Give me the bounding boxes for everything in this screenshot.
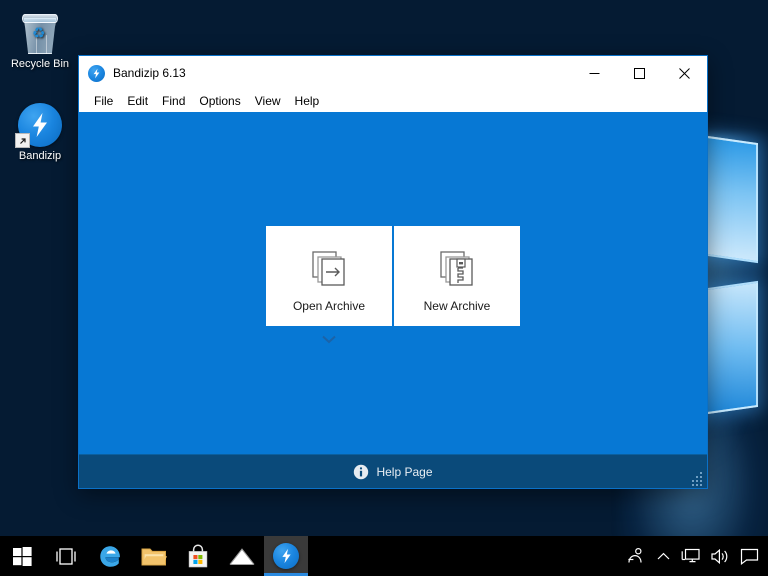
window-title: Bandizip 6.13 xyxy=(113,66,572,80)
desktop[interactable]: ♻ Recycle Bin Bandizip xyxy=(0,0,768,576)
volume-button[interactable] xyxy=(705,536,735,576)
menu-item-options[interactable]: Options xyxy=(192,92,247,110)
speaker-icon xyxy=(710,548,730,565)
menu-item-find[interactable]: Find xyxy=(155,92,192,110)
window-content: Open Archive xyxy=(79,112,707,454)
new-archive-icon xyxy=(440,239,474,287)
help-page-label: Help Page xyxy=(376,465,432,479)
more-options-button[interactable] xyxy=(266,330,392,348)
bandizip-icon xyxy=(280,548,293,564)
windows-logo-icon xyxy=(13,547,32,566)
desktop-icon-bandizip[interactable]: Bandizip xyxy=(2,100,78,163)
app-icon xyxy=(88,65,105,82)
edge-icon xyxy=(98,544,123,569)
chevron-up-icon xyxy=(657,552,670,561)
network-button[interactable] xyxy=(676,536,705,576)
edge-button[interactable] xyxy=(88,536,132,576)
people-button[interactable] xyxy=(620,536,650,576)
menu-item-help[interactable]: Help xyxy=(288,92,327,110)
taskbar[interactable] xyxy=(0,536,768,576)
shortcut-arrow-icon xyxy=(15,133,30,148)
task-view-icon xyxy=(54,548,78,565)
open-archive-icon xyxy=(312,239,346,287)
start-button[interactable] xyxy=(0,536,44,576)
close-button[interactable] xyxy=(662,56,707,90)
open-archive-tile[interactable]: Open Archive xyxy=(266,226,392,326)
menu-item-view[interactable]: View xyxy=(248,92,288,110)
maximize-button[interactable] xyxy=(617,56,662,90)
menu-bar[interactable]: File Edit Find Options View Help xyxy=(79,90,707,112)
resize-grip[interactable] xyxy=(690,472,703,485)
desktop-icon-label: Recycle Bin xyxy=(2,58,78,71)
task-view-button[interactable] xyxy=(44,536,88,576)
envelope-icon xyxy=(229,547,255,566)
tile-label: Open Archive xyxy=(293,299,365,313)
action-center-button[interactable] xyxy=(735,536,764,576)
folder-icon xyxy=(141,546,167,567)
menu-item-file[interactable]: File xyxy=(87,92,120,110)
bandizip-taskbar-button[interactable] xyxy=(264,536,308,576)
system-tray[interactable] xyxy=(620,536,768,576)
window-controls xyxy=(572,56,707,90)
tile-label: New Archive xyxy=(424,299,491,313)
chevron-down-icon xyxy=(322,335,336,344)
new-archive-tile[interactable]: New Archive xyxy=(394,226,520,326)
title-bar[interactable]: Bandizip 6.13 xyxy=(79,56,707,90)
desktop-icon-label: Bandizip xyxy=(2,150,78,163)
menu-item-edit[interactable]: Edit xyxy=(120,92,155,110)
speech-bubble-icon xyxy=(740,548,759,565)
recycle-bin-icon: ♻ xyxy=(2,8,78,58)
info-icon xyxy=(353,464,369,480)
file-explorer-button[interactable] xyxy=(132,536,176,576)
help-page-link[interactable]: Help Page xyxy=(353,464,432,480)
bandizip-window[interactable]: Bandizip 6.13 xyxy=(78,55,708,489)
network-monitor-icon xyxy=(681,548,700,565)
minimize-button[interactable] xyxy=(572,56,617,90)
mail-button[interactable] xyxy=(220,536,264,576)
status-bar: Help Page xyxy=(79,454,707,488)
bandizip-icon xyxy=(2,100,78,150)
desktop-icon-recycle-bin[interactable]: ♻ Recycle Bin xyxy=(2,8,78,71)
microsoft-store-button[interactable] xyxy=(176,536,220,576)
people-icon xyxy=(625,546,645,566)
show-hidden-icons-button[interactable] xyxy=(650,536,676,576)
store-bag-icon xyxy=(187,544,209,569)
